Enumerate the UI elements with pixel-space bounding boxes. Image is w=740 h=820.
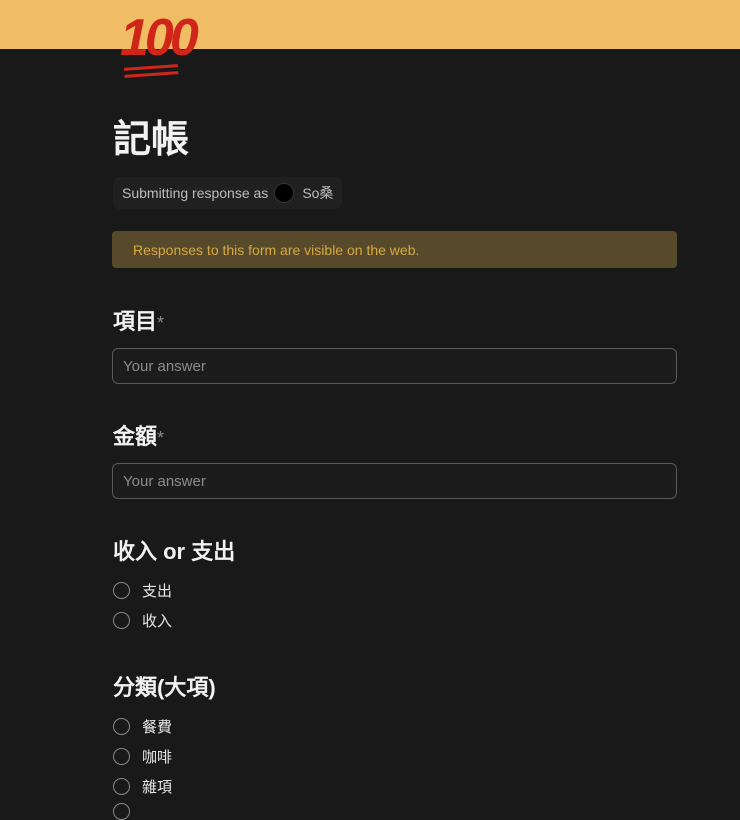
radio-icon[interactable] <box>113 778 130 795</box>
radio-icon[interactable] <box>113 718 130 735</box>
visibility-notice: Responses to this form are visible on th… <box>112 231 677 268</box>
radio-icon[interactable] <box>113 612 130 629</box>
radio-icon[interactable] <box>113 582 130 599</box>
radio-option-partial[interactable] <box>113 803 142 820</box>
radio-icon[interactable] <box>113 803 130 820</box>
question-label: 分類(大項) <box>113 675 216 700</box>
question-label: 金額* <box>113 424 165 449</box>
radio-option[interactable]: 支出 <box>113 580 172 601</box>
radio-option[interactable]: 餐費 <box>113 716 172 737</box>
page-title: 記帳 <box>113 119 190 161</box>
hundred-points-icon: 100 <box>120 12 199 71</box>
amount-input[interactable] <box>112 463 677 499</box>
submitter-badge: Submitting response as So桑 <box>113 177 343 209</box>
cover-banner <box>0 0 740 49</box>
radio-icon[interactable] <box>113 748 130 765</box>
avatar <box>274 183 295 203</box>
question-label: 收入 or 支出 <box>113 539 236 564</box>
radio-option[interactable]: 收入 <box>113 610 172 631</box>
submitter-prefix: Submitting response as <box>122 185 269 201</box>
question-label: 項目* <box>113 309 165 334</box>
radio-option[interactable]: 雜項 <box>113 776 172 797</box>
radio-option[interactable]: 咖啡 <box>113 746 172 767</box>
submitter-name: So桑 <box>302 185 334 201</box>
item-input[interactable] <box>112 348 677 384</box>
